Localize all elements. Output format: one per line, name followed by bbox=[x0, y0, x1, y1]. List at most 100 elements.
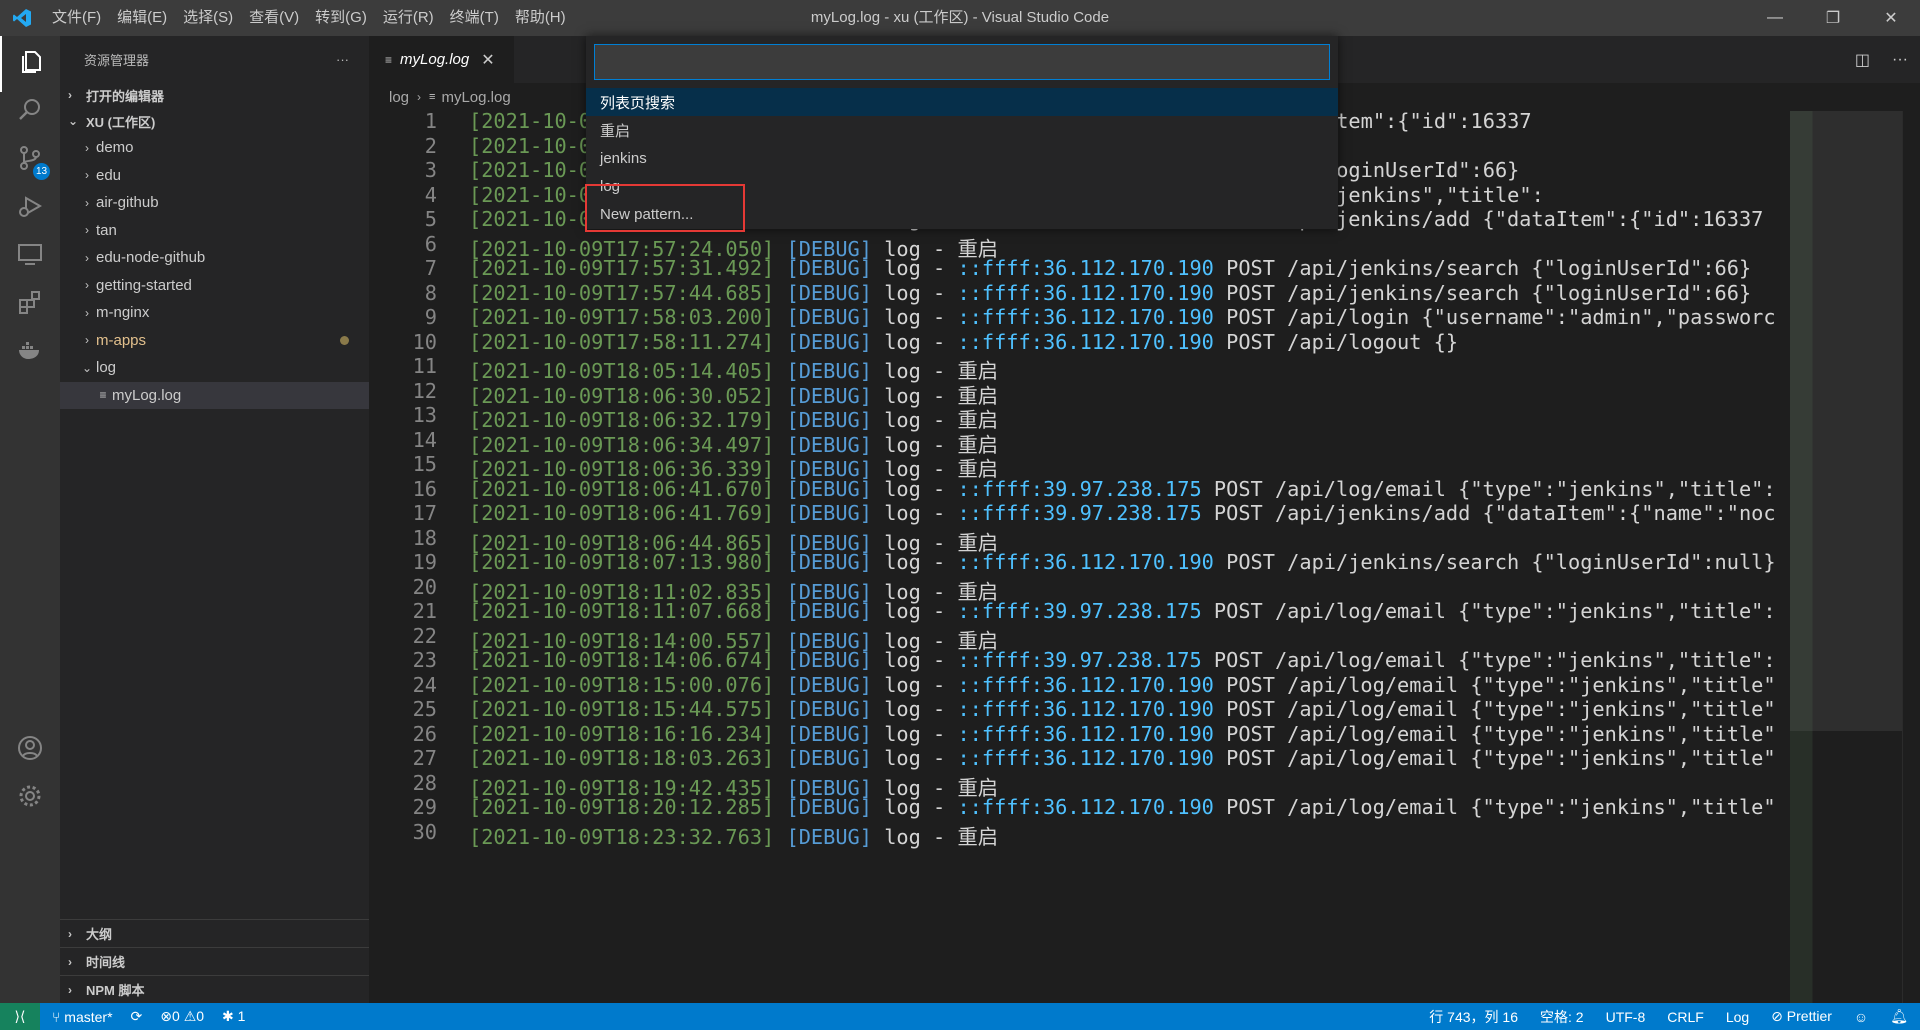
log-request: POST /api/log/email {"type":"jenkins","t… bbox=[1213, 599, 1776, 623]
tree-item-label: tan bbox=[96, 221, 117, 239]
notifications-icon[interactable]: 🔔︎ bbox=[1890, 1008, 1908, 1025]
remote-indicator[interactable]: ⟩⟨ bbox=[0, 1003, 40, 1030]
branch-status[interactable]: ⑂ master* bbox=[52, 1009, 113, 1025]
chevron-right-icon: › bbox=[85, 140, 89, 155]
log-timestamp: [2021-10-09T18:15:00.076] bbox=[469, 672, 775, 697]
tree-item-selected[interactable]: ≡ myLog.log bbox=[60, 381, 369, 409]
chevron-right-icon: › bbox=[85, 168, 89, 183]
code-line: [2021-10-0 bbox=[469, 183, 591, 207]
log-timestamp: [2021-10-09T18:15:44.575] bbox=[469, 697, 775, 721]
line-number: 19 bbox=[412, 550, 437, 574]
vertical-scrollbar[interactable] bbox=[1902, 111, 1920, 1003]
open-editors-section[interactable]: › 打开的编辑器 bbox=[60, 82, 369, 108]
tree-item[interactable]: › tan bbox=[60, 217, 369, 245]
tree-item-label: air-github bbox=[96, 194, 159, 212]
files-icon bbox=[17, 48, 45, 81]
code-line: [2021-10-09T18:11:07.668] [DEBUG] log - … bbox=[469, 599, 1776, 623]
line-number: 22 bbox=[412, 623, 437, 648]
log-category: log - bbox=[884, 721, 946, 746]
tree-item[interactable]: › m-nginx bbox=[60, 299, 369, 327]
log-timestamp: [2021-10-09T18:16:16.234] bbox=[469, 721, 775, 746]
log-level: [DEBUG] bbox=[786, 329, 872, 354]
minimap[interactable] bbox=[1790, 111, 1902, 1003]
explorer-header: 资源管理器 ··· bbox=[60, 36, 369, 82]
tree-item[interactable]: › edu bbox=[60, 162, 369, 190]
code-line: [2021-10-09T18:15:00.076] [DEBUG] log - … bbox=[469, 673, 1776, 697]
code-line: [2021-10-09T18:16:16.234] [DEBUG] log - … bbox=[469, 722, 1776, 746]
breadcrumb-file[interactable]: myLog.log bbox=[441, 89, 510, 106]
language-mode[interactable]: Log bbox=[1726, 1009, 1749, 1025]
quick-pick-item[interactable]: log bbox=[586, 172, 1338, 200]
manage-button[interactable] bbox=[0, 770, 60, 826]
log-timestamp: [2021-10-0 bbox=[469, 182, 592, 207]
restore-button[interactable]: ❐ bbox=[1804, 0, 1862, 36]
minimize-button[interactable]: — bbox=[1746, 0, 1804, 36]
split-editor-icon[interactable]: ◫ bbox=[1855, 50, 1870, 70]
docker-button[interactable] bbox=[0, 324, 60, 380]
chevron-right-icon: › bbox=[68, 88, 72, 102]
prettier-status[interactable]: ⊘ Prettier bbox=[1771, 1008, 1832, 1025]
menu-item[interactable]: 帮助(H) bbox=[507, 0, 574, 36]
outline-section[interactable]: › 大纲 bbox=[60, 919, 369, 947]
log-level: [DEBUG] bbox=[786, 501, 872, 525]
npm-scripts-section[interactable]: › NPM 脚本 bbox=[60, 975, 369, 1003]
new-pattern-option[interactable]: New pattern... bbox=[586, 200, 1338, 228]
tree-item[interactable]: › air-github bbox=[60, 189, 369, 217]
tree-item[interactable]: › m-apps bbox=[60, 327, 369, 355]
line-number: 15 bbox=[412, 452, 437, 476]
quick-pick-item[interactable]: 重启 bbox=[586, 116, 1338, 144]
log-category: log - bbox=[884, 824, 946, 849]
chevron-right-icon: › bbox=[68, 982, 72, 997]
cursor-position[interactable]: 行 743，列 16 bbox=[1429, 1007, 1518, 1027]
menu-item[interactable]: 转到(G) bbox=[307, 0, 375, 36]
quick-pick-item[interactable]: jenkins bbox=[586, 144, 1338, 172]
close-window-button[interactable]: ✕ bbox=[1862, 0, 1920, 36]
tree-item[interactable]: › getting-started bbox=[60, 272, 369, 300]
menu-item[interactable]: 选择(S) bbox=[175, 0, 241, 36]
timeline-section[interactable]: › 时间线 bbox=[60, 947, 369, 975]
menu-item[interactable]: 运行(R) bbox=[375, 0, 442, 36]
encoding[interactable]: UTF-8 bbox=[1606, 1009, 1646, 1025]
workspace-section[interactable]: ⌄ XU (工作区) bbox=[60, 108, 369, 134]
log-level: [DEBUG] bbox=[786, 256, 872, 280]
menu-item[interactable]: 编辑(E) bbox=[109, 0, 175, 36]
line-number: 30 bbox=[412, 819, 437, 844]
breadcrumb-folder[interactable]: log bbox=[389, 89, 409, 106]
window-controls: — ❐ ✕ bbox=[1746, 0, 1920, 36]
tree-item[interactable]: ⌄ log bbox=[60, 354, 369, 382]
more-actions-icon[interactable]: ··· bbox=[1892, 51, 1908, 69]
line-ending[interactable]: CRLF bbox=[1667, 1009, 1704, 1025]
problems-status[interactable]: ⊗0 ⚠0 bbox=[160, 1008, 204, 1025]
code-line: [2021-10-09T17:57:44.685] [DEBUG] log - … bbox=[469, 281, 1751, 305]
log-timestamp: [2021-10-09T17:57:31.492] bbox=[469, 256, 775, 280]
menu-item[interactable]: 查看(V) bbox=[241, 0, 307, 36]
sync-icon[interactable]: ⟳ bbox=[131, 1008, 143, 1025]
log-level: [DEBUG] bbox=[786, 599, 872, 623]
tree-item-label: myLog.log bbox=[112, 386, 182, 404]
source-control-badge: 13 bbox=[33, 163, 50, 180]
remote-icon bbox=[16, 240, 44, 273]
log-timestamp: [2021-10-09T18:11:07.668] bbox=[469, 599, 775, 623]
extensions-icon bbox=[16, 288, 44, 321]
line-number: 1 bbox=[424, 111, 437, 133]
ports-status[interactable]: ✱ 1 bbox=[222, 1008, 245, 1025]
feedback-icon[interactable]: ☺ bbox=[1854, 1009, 1868, 1025]
quick-pick-item[interactable]: 列表页搜索 bbox=[586, 88, 1338, 116]
quick-pick-input[interactable] bbox=[594, 44, 1330, 80]
indentation[interactable]: 空格: 2 bbox=[1540, 1007, 1584, 1027]
log-category: log - bbox=[884, 256, 946, 280]
tree-item[interactable]: › edu-node-github bbox=[60, 244, 369, 272]
code-editor[interactable]: 1[2021-10-0/jenkins/add {"dataItem":{"id… bbox=[369, 111, 1787, 1003]
tree-item[interactable]: › demo bbox=[60, 134, 369, 162]
chevron-right-icon: › bbox=[68, 926, 72, 941]
account-icon bbox=[16, 734, 44, 767]
menu-item[interactable]: 文件(F) bbox=[44, 0, 109, 36]
minimap-slider[interactable] bbox=[1790, 111, 1902, 731]
chevron-right-icon: › bbox=[417, 90, 422, 104]
close-tab-button[interactable]: ✕ bbox=[481, 50, 494, 70]
log-category: log - bbox=[884, 599, 946, 623]
log-category: log - bbox=[884, 280, 946, 305]
menu-item[interactable]: 终端(T) bbox=[442, 0, 507, 36]
tab-mylog[interactable]: ≡ myLog.log ✕ bbox=[369, 36, 514, 83]
more-actions-button[interactable]: ··· bbox=[336, 52, 349, 67]
